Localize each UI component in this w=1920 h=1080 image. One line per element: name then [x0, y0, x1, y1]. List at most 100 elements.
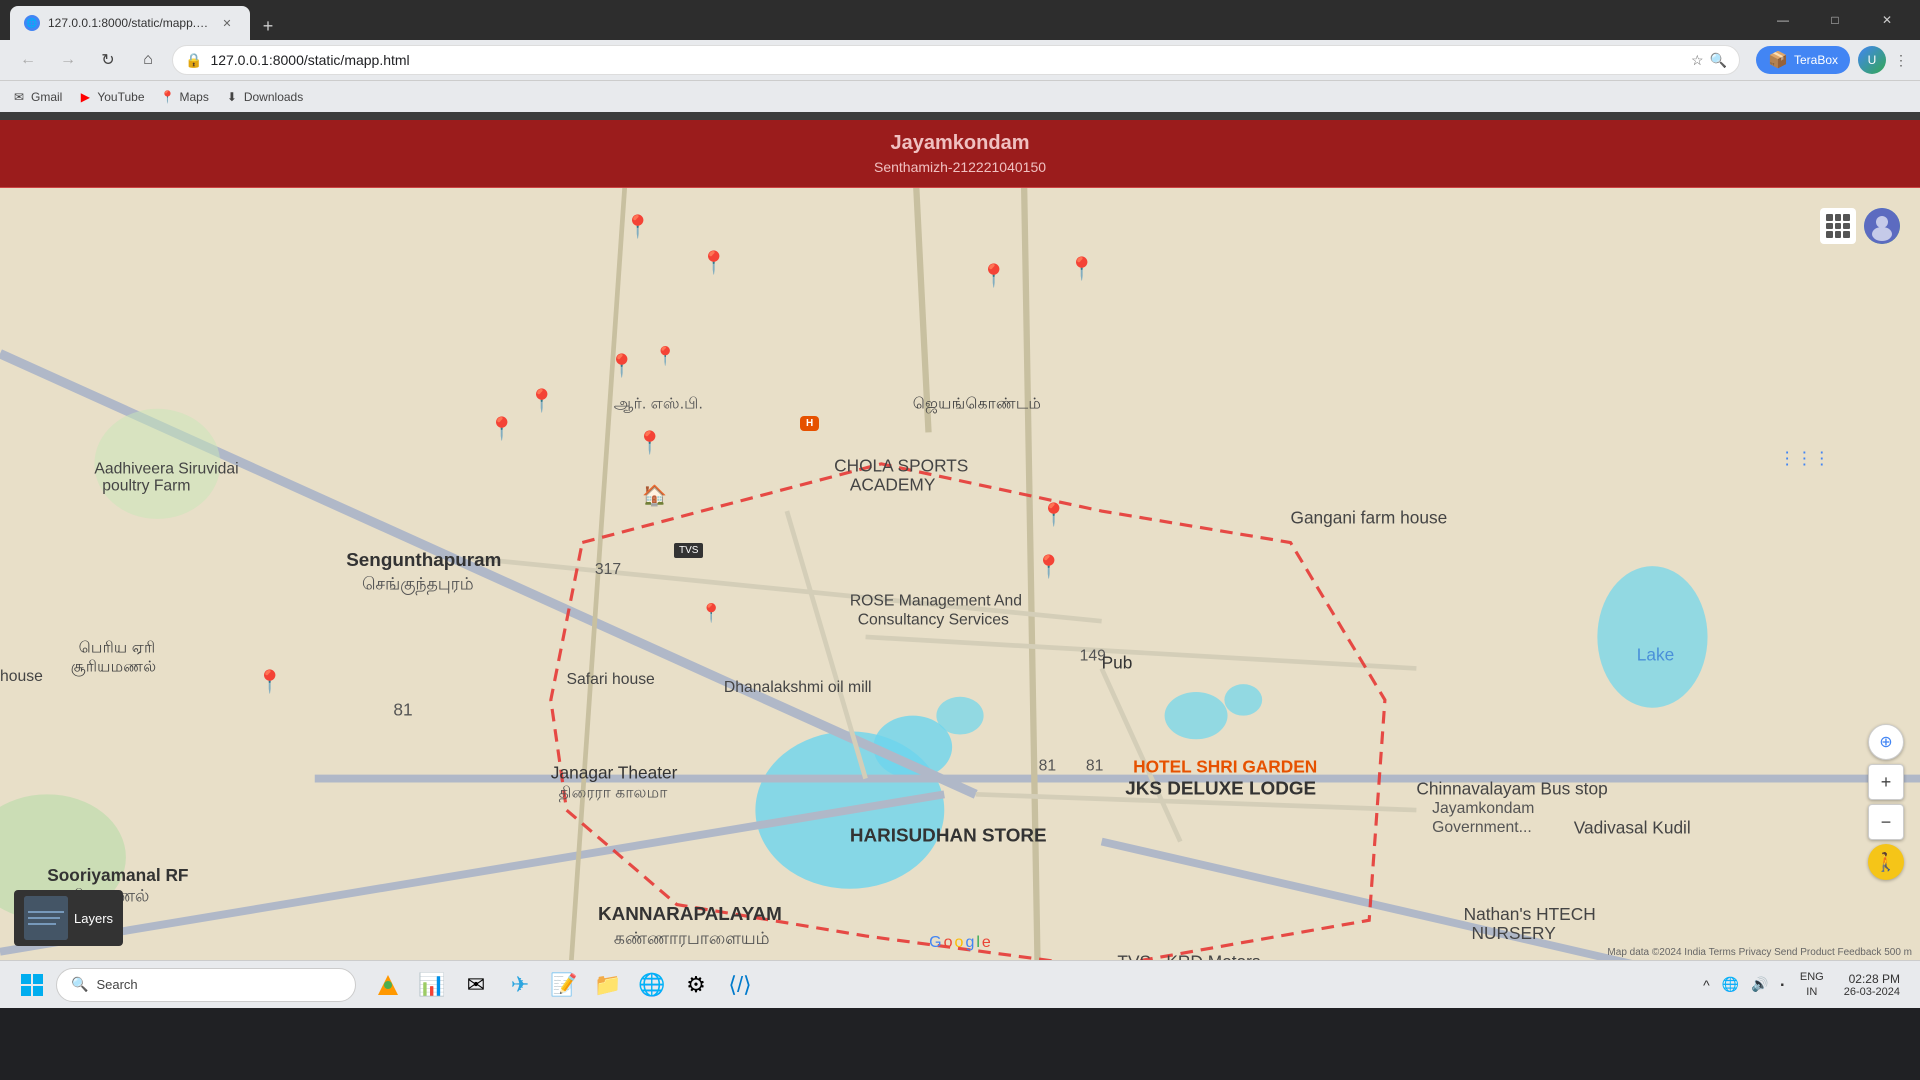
- browser-chrome: 🌐 127.0.0.1:8000/static/mapp.htm ✕ + — □…: [0, 0, 1920, 120]
- svg-text:ACADEMY: ACADEMY: [850, 475, 936, 495]
- forward-button[interactable]: →: [52, 44, 84, 76]
- map-user-area: [1820, 208, 1900, 244]
- tray-volume-icon[interactable]: 🔊: [1747, 972, 1772, 997]
- map-area: 81 81 81 317 149 91 Sengunthapuram செங்க…: [0, 188, 1920, 960]
- zoom-out-button[interactable]: −: [1868, 804, 1904, 840]
- taskbar-right: ^ 🌐 🔊 ⬝ ENG IN 02:28 PM 26-03-2024: [1699, 966, 1908, 1003]
- layers-button[interactable]: Layers: [14, 890, 123, 946]
- home-button[interactable]: ⌂: [132, 44, 164, 76]
- page-content: Jayamkondam Senthamizh-212221040150: [0, 120, 1920, 960]
- map-marker-gangani[interactable]: 📍: [980, 263, 1007, 289]
- zoom-in-button[interactable]: +: [1868, 764, 1904, 800]
- svg-text:Lake: Lake: [1637, 645, 1675, 665]
- profile-avatar[interactable]: U: [1858, 46, 1886, 74]
- tray-network-icon[interactable]: 🌐: [1718, 972, 1743, 997]
- svg-text:Pub: Pub: [1102, 652, 1133, 672]
- google-logo: G o o g l e: [929, 934, 991, 952]
- map-apps-button[interactable]: [1820, 208, 1856, 244]
- svg-text:Vadivasal Kudil: Vadivasal Kudil: [1574, 818, 1691, 838]
- map-marker-selvakumar[interactable]: 📍: [700, 250, 727, 276]
- taskbar-app-telegram[interactable]: ✈: [500, 965, 540, 1005]
- svg-text:சூரியமணல்: சூரியமணல்: [71, 659, 157, 677]
- taskbar-app-files[interactable]: 📁: [588, 965, 628, 1005]
- svg-text:Jayamkondam: Jayamkondam: [1432, 800, 1534, 817]
- page-title: Jayamkondam: [12, 132, 1908, 155]
- system-clock[interactable]: 02:28 PM 26-03-2024: [1836, 968, 1908, 1002]
- map-marker-jayankonda[interactable]: 📍: [700, 603, 722, 624]
- map-marker-harisudhan[interactable]: 🏠: [642, 483, 667, 508]
- more-options-button[interactable]: ⋮: [1894, 52, 1908, 69]
- maximize-button[interactable]: □: [1812, 4, 1858, 36]
- svg-text:JKS DELUXE LODGE: JKS DELUXE LODGE: [1125, 778, 1316, 799]
- active-tab[interactable]: 🌐 127.0.0.1:8000/static/mapp.htm ✕: [10, 6, 250, 40]
- start-button[interactable]: [12, 965, 52, 1005]
- svg-text:⋮⋮⋮: ⋮⋮⋮: [1778, 448, 1830, 468]
- svg-text:317: 317: [595, 561, 621, 578]
- downloads-icon: ⬇: [225, 90, 239, 104]
- tray-chevron-icon[interactable]: ^: [1699, 973, 1714, 997]
- svg-text:Aadhiveera Siruvidai: Aadhiveera Siruvidai: [94, 460, 238, 477]
- google-e: e: [982, 934, 991, 952]
- address-bar[interactable]: 🔒 127.0.0.1:8000/static/mapp.html ☆ 🔍: [172, 45, 1740, 75]
- title-bar-controls: — □ ✕: [1760, 4, 1910, 36]
- close-button[interactable]: ✕: [1864, 4, 1910, 36]
- taskbar-app-code[interactable]: ⟨/⟩: [720, 965, 760, 1005]
- map-marker-tvs[interactable]: TVS: [674, 543, 703, 558]
- svg-text:house: house: [0, 668, 43, 685]
- maps-user-avatar[interactable]: [1864, 208, 1900, 244]
- gmail-icon: ✉: [12, 90, 26, 104]
- layers-label: Layers: [74, 911, 113, 926]
- tray-battery-icon[interactable]: ⬝: [1777, 973, 1788, 996]
- language-indicator[interactable]: ENG IN: [1796, 966, 1828, 1003]
- taskbar-search-icon: 🔍: [71, 976, 88, 993]
- svg-text:Consultancy Services: Consultancy Services: [858, 611, 1009, 628]
- svg-text:Janagar Theater: Janagar Theater: [551, 763, 678, 783]
- maps-icon: 📍: [161, 90, 175, 104]
- taskbar-colorful-app[interactable]: [368, 965, 408, 1005]
- bookmark-gmail[interactable]: ✉ Gmail: [12, 90, 62, 104]
- sys-tray: ^ 🌐 🔊 ⬝: [1699, 972, 1788, 997]
- svg-text:poultry Farm: poultry Farm: [102, 478, 190, 495]
- new-tab-button[interactable]: +: [254, 12, 282, 40]
- taskbar-app-chrome[interactable]: ⚙: [676, 965, 716, 1005]
- map-marker-jks[interactable]: 📍: [636, 430, 663, 456]
- map-marker-rose[interactable]: 📍: [654, 346, 676, 367]
- google-o1: o: [944, 934, 953, 952]
- map-marker-chola[interactable]: 📍: [624, 214, 651, 240]
- svg-text:ROSE Management And: ROSE Management And: [850, 592, 1022, 609]
- svg-text:CHOLA SPORTS: CHOLA SPORTS: [834, 456, 968, 476]
- svg-text:Sengunthapuram: Sengunthapuram: [346, 550, 501, 571]
- google-o2: o: [955, 934, 964, 952]
- taskbar-app-notes[interactable]: 📝: [544, 965, 584, 1005]
- bookmark-maps[interactable]: 📍 Maps: [161, 90, 209, 104]
- taskbar-app-1[interactable]: 📊: [412, 965, 452, 1005]
- title-bar: 🌐 127.0.0.1:8000/static/mapp.htm ✕ + — □…: [0, 0, 1920, 40]
- search-icon[interactable]: 🔍: [1710, 52, 1727, 69]
- tab-close-button[interactable]: ✕: [218, 14, 236, 32]
- location-button[interactable]: ⊕: [1868, 724, 1904, 760]
- minimize-button[interactable]: —: [1760, 4, 1806, 36]
- svg-text:Nathan's HTECH: Nathan's HTECH: [1464, 904, 1596, 924]
- tab-favicon: 🌐: [24, 15, 40, 31]
- refresh-button[interactable]: ↻: [92, 44, 124, 76]
- map-marker-hotel[interactable]: H: [800, 416, 819, 431]
- bookmark-youtube[interactable]: ▶ YouTube: [78, 90, 144, 104]
- terabox-button[interactable]: 📦 TeraBox: [1756, 46, 1850, 74]
- taskbar-app-browser[interactable]: 🌐: [632, 965, 672, 1005]
- map-marker-far-right[interactable]: 📍: [1068, 256, 1095, 282]
- bookmark-downloads[interactable]: ⬇ Downloads: [225, 90, 303, 104]
- map-container[interactable]: 81 81 81 317 149 91 Sengunthapuram செங்க…: [0, 188, 1920, 960]
- back-button[interactable]: ←: [12, 44, 44, 76]
- taskbar-search[interactable]: 🔍 Search: [56, 968, 356, 1002]
- map-marker-janagar[interactable]: 📍: [488, 416, 515, 442]
- map-marker-vimal[interactable]: 📍: [256, 669, 283, 695]
- map-marker-dsp[interactable]: 📍: [1035, 554, 1062, 580]
- taskbar-app-2[interactable]: ✉: [456, 965, 496, 1005]
- map-marker-safari[interactable]: 📍: [528, 388, 555, 414]
- map-marker-dhana[interactable]: 📍: [608, 353, 635, 379]
- bookmark-star-icon[interactable]: ☆: [1691, 52, 1704, 69]
- map-marker-nathan[interactable]: 📍: [1040, 502, 1067, 528]
- street-view-button[interactable]: 🚶: [1868, 844, 1904, 880]
- svg-text:81: 81: [1039, 758, 1056, 775]
- clock-time: 02:28 PM: [1844, 972, 1900, 986]
